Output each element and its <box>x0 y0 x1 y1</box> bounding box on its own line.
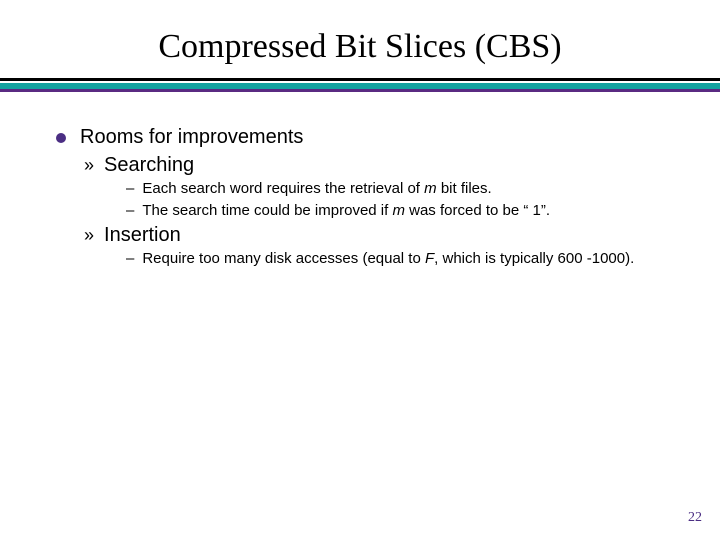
slide: Compressed Bit Slices (CBS) Rooms for im… <box>0 0 720 540</box>
bullet-lvl2: » Searching <box>84 153 680 177</box>
dash-icon: – <box>126 249 134 269</box>
bullet-text: Require too many disk accesses (equal to… <box>142 249 634 269</box>
bullet-icon <box>56 133 66 143</box>
bullet-text: Insertion <box>104 223 181 247</box>
bullet-lvl3: – Each search word requires the retrieva… <box>126 179 680 199</box>
slide-title: Compressed Bit Slices (CBS) <box>0 0 720 78</box>
bullet-text: Searching <box>104 153 194 177</box>
bullet-text: Rooms for improvements <box>80 126 303 149</box>
dash-icon: – <box>126 201 134 221</box>
bullet-lvl3: – Require too many disk accesses (equal … <box>126 249 680 269</box>
divider <box>0 78 720 92</box>
raquo-icon: » <box>84 153 94 177</box>
dash-icon: – <box>126 179 134 199</box>
page-number: 22 <box>688 510 702 526</box>
bullet-text: The search time could be improved if m w… <box>142 201 550 221</box>
raquo-icon: » <box>84 223 94 247</box>
bullet-text: Each search word requires the retrieval … <box>142 179 491 199</box>
bullet-lvl2: » Insertion <box>84 223 680 247</box>
slide-body: Rooms for improvements » Searching – Eac… <box>0 92 720 269</box>
bullet-lvl1: Rooms for improvements <box>56 126 680 149</box>
bullet-lvl3: – The search time could be improved if m… <box>126 201 680 221</box>
